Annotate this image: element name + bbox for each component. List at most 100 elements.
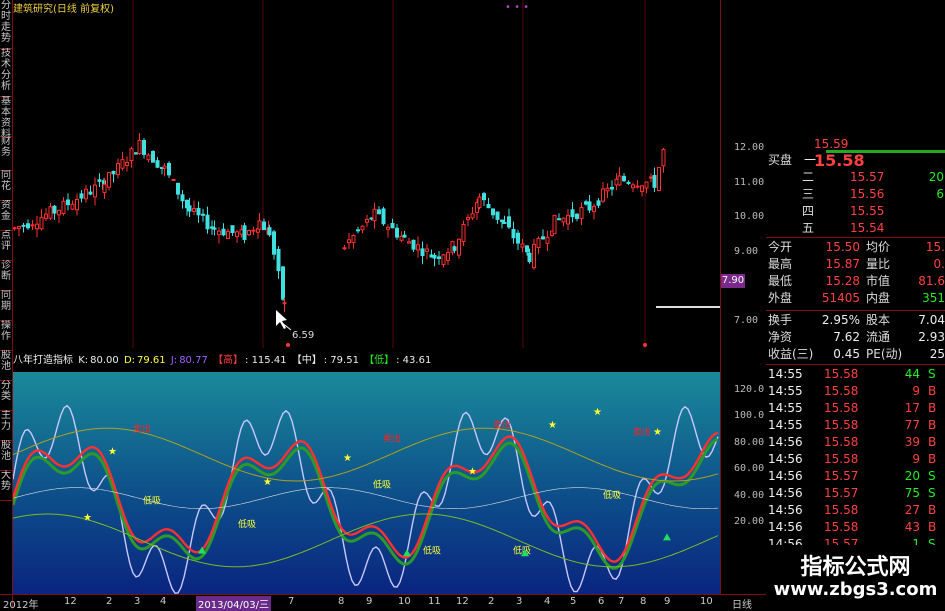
tick-volume: 27 (904, 503, 920, 517)
date-tick: 12 (456, 596, 469, 607)
side-tab[interactable]: 同花 (0, 170, 12, 201)
candle-body (601, 188, 605, 202)
stat-label: PE(动) (866, 347, 903, 361)
side-tab[interactable]: 财务 (0, 136, 12, 171)
side-tab[interactable]: 技术分析 (0, 48, 12, 97)
stat-value: 7.04 (918, 313, 945, 327)
candle-body (561, 217, 566, 223)
candle-body (155, 160, 160, 168)
stat-row: 最低 15.28 市值 81.6 (766, 273, 945, 290)
candlestick-chart[interactable]: 6.59 (13, 0, 720, 348)
side-tab[interactable]: 大势 (0, 470, 12, 501)
stat-label: 收益(三) (768, 347, 814, 361)
bid-volume: 6 (936, 187, 944, 201)
cursor-icon (276, 310, 287, 329)
candle-body (35, 223, 39, 230)
sell-marker: 卖出 (133, 423, 151, 435)
stat-row: 最高 15.87 量比 0. (766, 256, 945, 273)
bid-row: 二 15.57 20 (766, 169, 945, 186)
candle-body (432, 254, 437, 259)
bid-price-large: 15.58 (814, 151, 865, 170)
candle-body (536, 237, 541, 249)
tick-row: 14:55 15.58 77 B (766, 417, 945, 434)
y-tick-upper: 10.00 (734, 211, 765, 222)
tick-side: S (928, 367, 936, 381)
candle-body (579, 207, 584, 219)
stat-label: 净资 (768, 330, 793, 344)
candle-body (52, 205, 57, 214)
candle-body (486, 204, 491, 209)
tick-time: 14:56 (768, 503, 803, 517)
star-marker: ★ (108, 447, 117, 458)
candle-body (162, 165, 167, 169)
candle-body (48, 206, 53, 219)
tick-row: 14:56 15.57 75 S (766, 485, 945, 502)
side-tab[interactable]: 操作 (0, 320, 12, 351)
tick-price: 15.57 (824, 469, 859, 483)
watermark: 指标公式网 www.zbgs3.com (766, 545, 945, 609)
current-price-badge: 7.90 (721, 274, 745, 288)
stat-value: 351 (922, 291, 945, 305)
side-tab[interactable]: 分类 (0, 380, 12, 411)
candle-body (584, 201, 588, 205)
side-tab[interactable]: 诊断 (0, 260, 12, 291)
candle-body (13, 227, 17, 230)
candle-body (88, 191, 93, 195)
candle-body (79, 193, 84, 199)
candle-body (180, 194, 185, 202)
y-tick-upper: 11.00 (734, 177, 765, 188)
stat-value: 51405 (821, 291, 860, 305)
y-tick-lower: 60.00 (734, 463, 765, 474)
stat-value: 0.45 (833, 347, 860, 361)
bid-level: 三 (802, 187, 815, 201)
candle-body (137, 139, 142, 155)
candle-body (386, 226, 390, 230)
candle-body (44, 213, 48, 219)
side-tab[interactable]: 基本资料 (0, 96, 12, 137)
candle-body (351, 235, 356, 244)
candle-body (176, 182, 180, 195)
stat-value: 2.93 (918, 330, 945, 344)
bid-row: 四 15.55 (766, 203, 945, 220)
tick-side: S (928, 486, 936, 500)
price-axis (720, 0, 767, 594)
side-tab[interactable]: 股池 (0, 440, 12, 471)
side-tab[interactable]: 股池 (0, 350, 12, 381)
tick-price: 15.58 (824, 418, 859, 432)
candle-body (242, 225, 247, 240)
side-tab[interactable]: 分时走势 (0, 0, 12, 49)
low-buy-marker: 低吸 (423, 545, 441, 557)
candle-body (411, 239, 416, 250)
candle-body (592, 205, 596, 212)
candle-body (356, 229, 360, 232)
candle-body (365, 218, 369, 223)
stat-row: 换手 2.95% 股本 7.04 (766, 312, 945, 329)
candle-body (541, 236, 545, 240)
candle-body (446, 251, 450, 261)
bid-volume: 20 (928, 170, 944, 184)
candle-body (457, 238, 461, 256)
side-tab[interactable]: 资金 (0, 200, 12, 231)
tick-volume: 39 (904, 435, 920, 449)
indicator-chart[interactable]: ★★★★★★★★卖出卖出卖出卖出低吸低吸低吸低吸 低吸低吸 (13, 348, 720, 594)
star-marker: ★ (343, 453, 352, 464)
side-tab[interactable]: 同期 (0, 290, 12, 321)
side-tab[interactable]: 点评 (0, 230, 12, 261)
window-title: 建筑研究(日线 前复权) (13, 4, 114, 15)
candle-body (17, 225, 21, 229)
candle-body (196, 207, 201, 216)
date-tick: 10 (700, 596, 713, 607)
candle-body (221, 228, 226, 236)
candle-body (622, 175, 626, 182)
tick-row: 14:56 15.58 27 B (766, 502, 945, 519)
side-tab[interactable]: 主力 (0, 410, 12, 441)
tick-row: 14:55 15.58 44 S (766, 366, 945, 383)
candle-body (125, 161, 129, 166)
candle-body (66, 199, 70, 206)
candle-body (416, 244, 420, 251)
candle-body (102, 183, 107, 194)
bid-level: 二 (802, 170, 815, 184)
tick-price: 15.58 (824, 367, 859, 381)
candle-body (649, 176, 653, 179)
candle-body (545, 236, 550, 244)
